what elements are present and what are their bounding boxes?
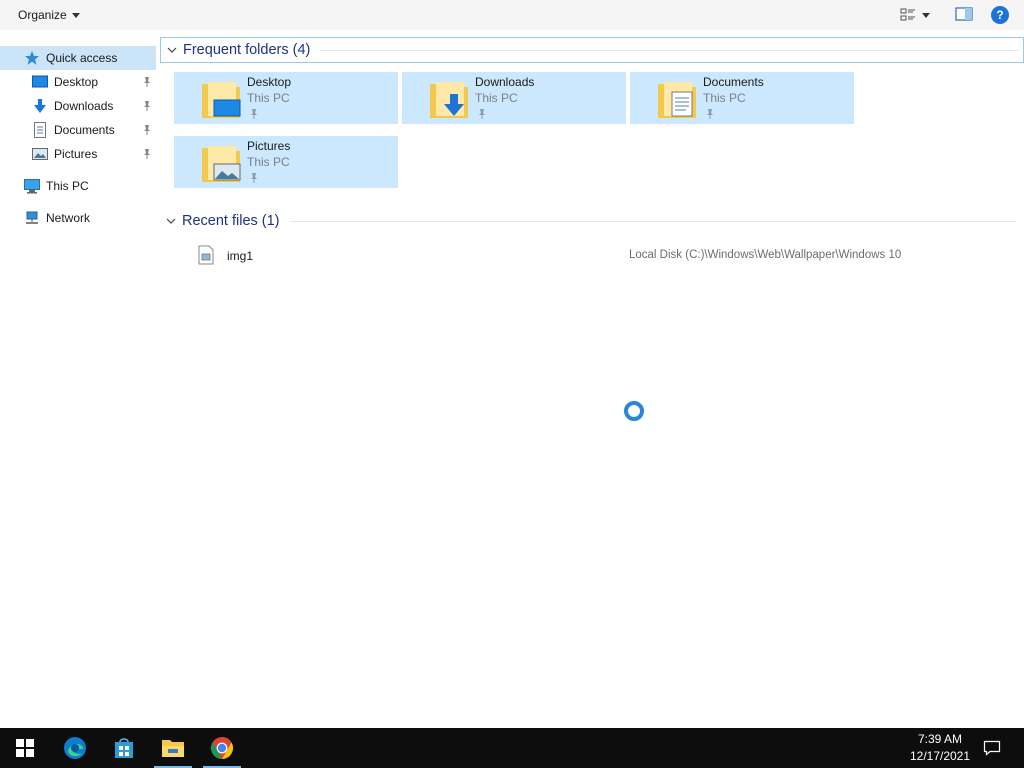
folder-tile-desktop[interactable]: Desktop This PC [174,72,398,124]
chevron-down-icon [166,218,176,224]
tile-name: Documents [703,75,764,89]
pictures-icon [32,146,48,162]
clock-time: 7:39 AM [917,732,963,746]
tile-name: Desktop [247,75,292,89]
star-icon [24,50,40,66]
recent-file-path: Local Disk (C:)\Windows\Web\Wallpaper\Wi… [629,249,902,261]
loading-spinner [624,401,644,421]
file-explorer-window: Organize ? Quick access Desktop Download… [0,0,1024,728]
help-button[interactable]: ? [991,6,1009,24]
command-bar: Organize ? [0,0,1024,30]
edge-button[interactable] [52,728,98,768]
nav-label-documents: Documents [54,123,115,137]
pin-icon [144,125,150,135]
nav-label-pictures: Pictures [54,147,98,161]
downloads-folder-icon [430,82,468,118]
nav-this-pc[interactable]: This PC [0,174,156,198]
nav-quick-access[interactable]: Quick access [0,46,156,70]
pin-icon [144,77,150,87]
header-divider [320,49,1019,51]
pin-icon [707,109,713,119]
recent-file-row[interactable]: img1 Local Disk (C:)\Windows\Web\Wallpap… [174,242,1014,268]
store-icon [115,738,133,758]
this-pc-icon [24,178,40,194]
documents-icon [32,122,48,138]
pin-icon [251,173,257,183]
nav-item-downloads[interactable]: Downloads [0,94,156,118]
tile-location: This PC [247,91,290,105]
action-center-button[interactable] [980,728,1004,768]
nav-item-documents[interactable]: Documents [0,118,156,142]
pictures-folder-icon [202,146,241,182]
nav-label-this-pc: This PC [46,179,89,193]
file-explorer-icon [162,740,184,757]
tile-location: This PC [703,91,746,105]
chrome-button[interactable] [199,728,245,768]
network-icon [24,210,40,226]
desktop-icon [32,74,48,90]
nav-label-network: Network [46,211,91,225]
start-icon [16,739,34,757]
header-divider [289,220,1016,222]
clock-date: 12/17/2021 [909,749,971,763]
chevron-down-icon [71,12,80,18]
nav-item-pictures[interactable]: Pictures [0,142,156,166]
nav-label-quick-access: Quick access [46,51,118,65]
store-button[interactable] [101,728,147,768]
downloads-icon [32,98,48,114]
frequent-folders-header[interactable]: Frequent folders (4) [160,37,1024,63]
preview-pane-icon [955,7,973,21]
recent-files-title: Recent files (1) [182,213,280,229]
pin-icon [144,149,150,159]
organize-label: Organize [18,8,67,22]
desktop-folder-icon [202,82,241,118]
change-view-button[interactable] [900,6,940,24]
chrome-icon [211,737,233,759]
chevron-down-icon [922,12,930,18]
documents-folder-icon [658,82,696,118]
notification-icon [983,740,1001,756]
tile-location: This PC [247,155,290,169]
pin-icon [479,109,485,119]
folder-tile-downloads[interactable]: Downloads This PC [402,72,626,124]
pin-icon [251,109,257,119]
nav-label-downloads: Downloads [54,99,114,113]
file-explorer-button[interactable] [150,728,196,768]
image-file-icon [198,245,214,265]
edge-icon [64,737,86,759]
help-icon: ? [996,8,1004,22]
system-clock[interactable]: 7:39 AM 12/17/2021 [898,731,982,765]
start-button[interactable] [2,728,48,768]
tile-name: Pictures [247,139,291,153]
nav-label-desktop: Desktop [54,75,99,89]
tile-name: Downloads [475,75,535,89]
taskbar: 7:39 AM 12/17/2021 [0,728,1024,768]
recent-files-header[interactable]: Recent files (1) [160,208,1016,234]
preview-pane-button[interactable] [955,6,975,24]
recent-file-name: img1 [227,249,254,263]
frequent-folders-title: Frequent folders (4) [183,42,311,58]
organize-button[interactable]: Organize [10,6,88,24]
folder-tile-documents[interactable]: Documents This PC [630,72,854,124]
chevron-down-icon [167,47,177,53]
view-options-icon [900,8,915,21]
folder-tile-pictures[interactable]: Pictures This PC [174,136,398,188]
nav-network[interactable]: Network [0,206,156,230]
nav-item-desktop[interactable]: Desktop [0,70,156,94]
pin-icon [144,101,150,111]
tile-location: This PC [475,91,518,105]
